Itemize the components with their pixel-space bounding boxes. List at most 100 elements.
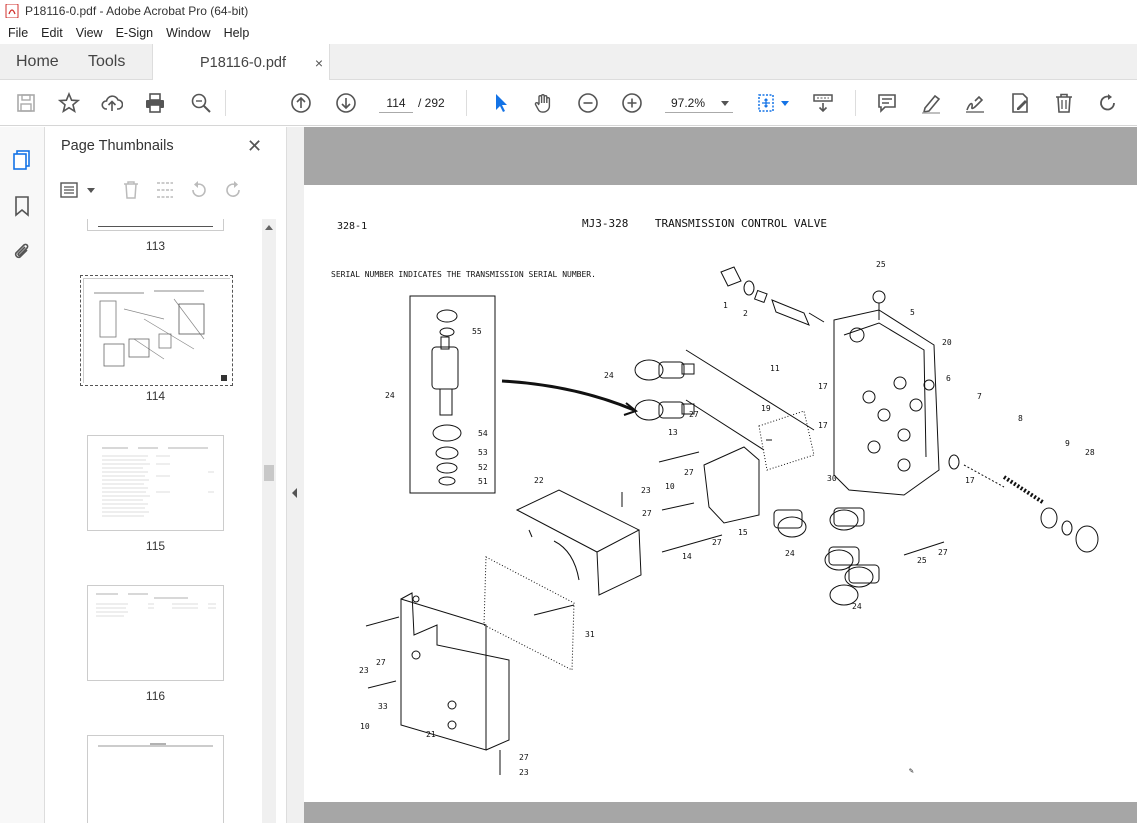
callout: 14 <box>682 552 692 561</box>
thumbnail-list: 113 114 115 116 <box>45 219 267 823</box>
callout: 13 <box>668 428 678 437</box>
tab-home[interactable]: Home <box>16 44 59 80</box>
thumbnail-diagram <box>84 279 231 384</box>
tab-close-icon[interactable]: × <box>315 55 323 71</box>
scroll-mode-icon[interactable] <box>811 91 835 115</box>
callout: 17 <box>965 476 975 485</box>
callout: 19 <box>761 404 771 413</box>
panel-collapse-handle[interactable] <box>287 127 304 823</box>
callout: 24 <box>385 391 395 400</box>
callout: 17 <box>818 421 828 430</box>
thumbnail-table <box>102 447 214 517</box>
thumbnail-page[interactable] <box>87 435 224 531</box>
callout: 27 <box>642 509 652 518</box>
sign-icon[interactable] <box>963 91 987 115</box>
tab-tools[interactable]: Tools <box>88 44 125 80</box>
callout: 23 <box>519 768 529 777</box>
edit-pdf-icon[interactable] <box>1008 91 1032 115</box>
insert-page-icon[interactable] <box>155 180 175 200</box>
page-up-icon[interactable] <box>289 91 313 115</box>
delete-page-icon[interactable] <box>121 180 141 200</box>
print-icon[interactable] <box>143 91 167 115</box>
callout: 24 <box>852 602 862 611</box>
callout: 8 <box>1018 414 1023 423</box>
attachment-icon[interactable] <box>11 241 33 263</box>
select-arrow-icon[interactable] <box>489 91 513 115</box>
zoom-out-icon[interactable] <box>576 91 600 115</box>
callout: 22 <box>534 476 544 485</box>
fit-page-icon[interactable] <box>755 91 779 115</box>
callout: 55 <box>472 327 482 336</box>
bookmark-icon[interactable] <box>11 195 33 217</box>
current-page-input[interactable]: 114 <box>379 93 413 113</box>
callout: 6 <box>946 374 951 383</box>
callout: 23 <box>641 486 651 495</box>
callout: 17 <box>818 382 828 391</box>
rotate-right-icon[interactable] <box>223 180 243 200</box>
thumbnail-label: 113 <box>145 239 166 253</box>
callout: 23 <box>359 666 369 675</box>
options-menu-icon[interactable] <box>60 181 82 199</box>
zoom-dropdown[interactable]: 97.2% <box>665 93 733 113</box>
tab-bar: Home Tools P18116-0.pdf × <box>0 44 1137 81</box>
callout: 15 <box>738 528 748 537</box>
menu-file[interactable]: File <box>0 26 33 40</box>
page-thumbnails-icon[interactable] <box>11 149 33 171</box>
thumbnail-page[interactable] <box>87 735 224 823</box>
thumbnail-label: 115 <box>145 539 166 553</box>
pdf-page: 328-1 MJ3-328 TRANSMISSION CONTROL VALVE… <box>304 185 1137 802</box>
save-icon[interactable] <box>14 91 38 115</box>
thumbnail-scrollbar[interactable] <box>262 219 276 823</box>
thumbnail-page[interactable] <box>87 585 224 681</box>
rotate-icon[interactable] <box>1096 91 1120 115</box>
menu-window[interactable]: Window <box>158 26 215 40</box>
page-total: / 292 <box>418 96 445 110</box>
menu-view[interactable]: View <box>68 26 108 40</box>
callout: 21 <box>426 730 436 739</box>
callout: 10 <box>360 722 370 731</box>
callout: 11 <box>770 364 780 373</box>
chevron-down-icon[interactable] <box>781 101 789 106</box>
highlight-icon[interactable] <box>919 91 943 115</box>
comment-icon[interactable] <box>875 91 899 115</box>
menu-help[interactable]: Help <box>216 26 255 40</box>
zoom-in-icon[interactable] <box>620 91 644 115</box>
thumbnail-page[interactable] <box>87 219 224 231</box>
close-icon[interactable]: ✕ <box>247 136 262 157</box>
delete-icon[interactable] <box>1052 91 1076 115</box>
menu-bar: File Edit View E-Sign Window Help <box>0 22 1137 44</box>
window-title: P18116-0.pdf - Adobe Acrobat Pro (64-bit… <box>25 4 249 18</box>
scrollbar-thumb[interactable] <box>264 465 274 481</box>
callout: 28 <box>1085 448 1095 457</box>
thumbnail-label: 116 <box>145 689 166 703</box>
thumbnails-panel: Page Thumbnails ✕ 113 114 115 116 <box>45 127 287 823</box>
callout: 52 <box>478 463 488 472</box>
menu-esign[interactable]: E-Sign <box>108 26 159 40</box>
star-icon[interactable] <box>57 91 81 115</box>
callout: 7 <box>977 392 982 401</box>
tab-document[interactable]: P18116-0.pdf × <box>152 44 330 81</box>
callout: 27 <box>938 548 948 557</box>
callout: 30 <box>827 474 837 483</box>
upload-icon[interactable] <box>100 91 124 115</box>
callout: 31 <box>585 630 595 639</box>
scroll-up-icon[interactable] <box>265 225 273 230</box>
chevron-down-icon[interactable] <box>87 188 95 193</box>
hand-icon[interactable] <box>532 91 556 115</box>
document-viewer[interactable]: 328-1 MJ3-328 TRANSMISSION CONTROL VALVE… <box>304 127 1137 823</box>
acrobat-app-icon <box>5 4 19 18</box>
thumbnail-page[interactable] <box>80 275 233 386</box>
callout: 25 <box>917 556 927 565</box>
zoom-search-icon[interactable] <box>189 91 213 115</box>
callout: 2 <box>743 309 748 318</box>
chevron-left-icon[interactable] <box>292 488 297 498</box>
callout: 24 <box>604 371 614 380</box>
callout: 54 <box>478 429 488 438</box>
title-bar: P18116-0.pdf - Adobe Acrobat Pro (64-bit… <box>0 0 1137 22</box>
callout: 27 <box>689 410 699 419</box>
menu-edit[interactable]: Edit <box>33 26 68 40</box>
callout: 5 <box>910 308 915 317</box>
page-down-icon[interactable] <box>334 91 358 115</box>
rotate-left-icon[interactable] <box>189 180 209 200</box>
thumbnail-label: 114 <box>145 389 166 403</box>
